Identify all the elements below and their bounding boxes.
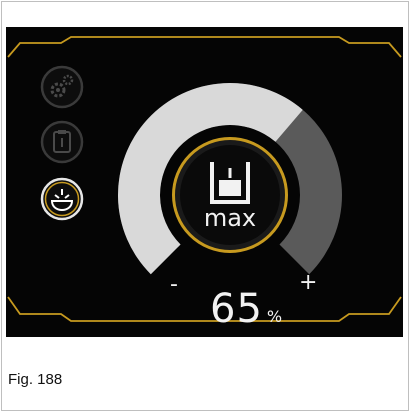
tank-button[interactable]: [40, 120, 84, 164]
max-label: max: [203, 204, 257, 232]
gears-icon: [40, 65, 84, 109]
level-center-display: max: [172, 137, 288, 253]
increase-button[interactable]: +: [299, 270, 317, 295]
container-max-icon: [210, 162, 250, 204]
level-readout: 65%: [210, 286, 282, 336]
clipboard-tank-icon: [40, 120, 84, 164]
level-unit: %: [266, 307, 283, 326]
decrease-button[interactable]: -: [170, 272, 178, 297]
pump-level-icon: [40, 177, 84, 221]
level-value: 65: [210, 286, 263, 332]
figure-caption: Fig. 188: [8, 371, 63, 388]
settings-button[interactable]: [40, 65, 84, 109]
device-screen: max - + 65%: [6, 27, 403, 337]
pump-button[interactable]: [40, 177, 84, 221]
